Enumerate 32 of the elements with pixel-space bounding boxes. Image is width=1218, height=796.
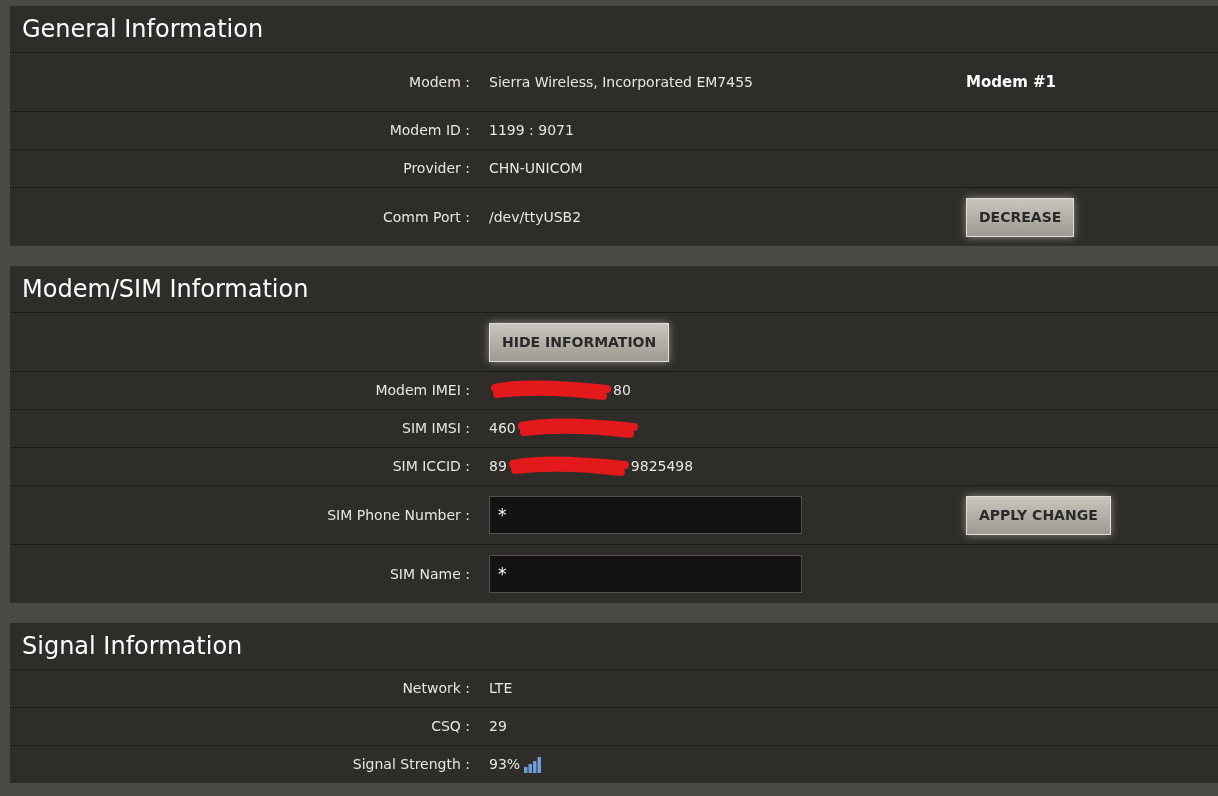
field-value: Sierra Wireless, Incorporated EM7455 <box>489 72 753 92</box>
section-title: General Information <box>22 14 264 45</box>
section-title: Modem/SIM Information <box>22 274 309 305</box>
field-label: SIM Phone Number : <box>327 506 470 523</box>
action-button[interactable]: APPLY CHANGE <box>966 495 1111 535</box>
field-value: 93% <box>489 755 521 774</box>
field-value: CHN-UNICOM <box>489 159 583 178</box>
field-label: CSQ : <box>431 718 470 734</box>
action-button[interactable]: DECREASE <box>966 197 1075 237</box>
field-value: 89 <box>489 457 507 476</box>
field-label: Provider : <box>403 160 470 176</box>
field-value: LTE <box>489 679 513 698</box>
field-label: SIM Name : <box>390 565 470 582</box>
field-label: Signal Strength : <box>352 756 470 772</box>
hide-information-button[interactable]: HIDE INFORMATION <box>489 322 670 362</box>
field-value: 460 <box>489 419 516 438</box>
field-label: Comm Port : <box>383 208 470 225</box>
field-label: SIM IMSI : <box>402 420 470 436</box>
field-label: Modem IMEI : <box>375 382 470 398</box>
field-value: 80 <box>613 381 631 400</box>
field-value: 1199 : 9071 <box>489 121 574 140</box>
field-label: Modem ID : <box>389 122 470 138</box>
field-value: 29 <box>489 717 507 736</box>
section-title: Signal Information <box>22 631 243 662</box>
input-field[interactable]: * <box>489 496 802 534</box>
field-value: 9825498 <box>630 457 694 476</box>
modem-heading: Modem #1 <box>966 71 1056 93</box>
field-label: Modem : <box>409 73 470 90</box>
field-label: SIM ICCID : <box>392 458 470 474</box>
input-field[interactable]: * <box>489 555 802 593</box>
field-label: Network : <box>402 680 470 696</box>
field-value: /dev/ttyUSB2 <box>489 207 582 227</box>
